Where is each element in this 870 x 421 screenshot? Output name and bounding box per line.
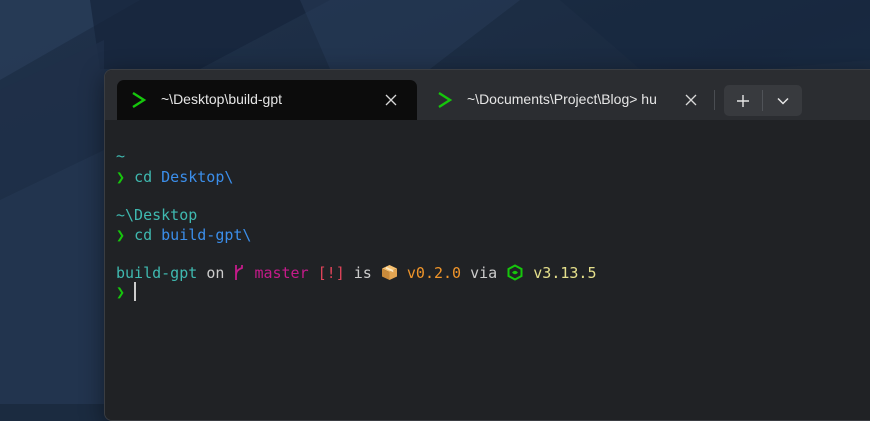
prompt-symbol: ❯ <box>116 226 126 244</box>
prompt-status-line: build-gpt on master [!] is v0.2.0 via v3… <box>116 263 597 283</box>
terminal-prompt-icon <box>436 91 454 109</box>
command-argument: Desktop\ <box>161 168 234 186</box>
git-status: [!] <box>317 264 345 282</box>
terminal-prompt-icon <box>130 91 148 109</box>
tab-title: ~\Desktop\build-gpt <box>161 91 283 107</box>
plus-icon <box>737 94 749 107</box>
tab-bar: ~\Desktop\build-gpt ~\Documents\Project\… <box>105 70 870 120</box>
command-name: cd <box>134 168 153 186</box>
input-line[interactable]: ❯ <box>116 282 137 302</box>
chevron-down-icon <box>776 97 789 105</box>
package-version: v0.2.0 <box>406 264 462 282</box>
prompt-path: ~\Desktop <box>116 206 198 224</box>
prompt-path: ~ <box>116 147 126 165</box>
command-name: cd <box>134 226 153 244</box>
runtime-version: v3.13.5 <box>533 264 597 282</box>
command-line: ❯ cd build-gpt\ <box>116 225 251 245</box>
git-branch-icon <box>235 265 244 280</box>
directory-name: build-gpt <box>116 264 198 282</box>
close-icon[interactable] <box>383 92 399 108</box>
is-word: is <box>353 264 372 282</box>
command-argument: build-gpt\ <box>161 226 252 244</box>
tab-build-gpt[interactable]: ~\Desktop\build-gpt <box>117 80 417 120</box>
via-word: via <box>470 264 498 282</box>
terminal-window: ~\Desktop\build-gpt ~\Documents\Project\… <box>104 69 870 421</box>
close-icon[interactable] <box>683 92 699 108</box>
command-line: ❯ cd Desktop\ <box>116 167 233 187</box>
node-icon <box>507 264 523 281</box>
profiles-dropdown-button[interactable] <box>763 85 802 116</box>
tab-title: ~\Documents\Project\Blog> hu <box>467 91 657 107</box>
package-icon <box>381 265 397 280</box>
new-tab-button[interactable] <box>724 85 762 116</box>
on-word: on <box>206 264 225 282</box>
tab-blog[interactable]: ~\Documents\Project\Blog> hu <box>423 80 703 120</box>
tab-actions <box>724 85 802 116</box>
tab-separator <box>714 90 715 110</box>
text-cursor <box>134 282 137 301</box>
prompt-symbol: ❯ <box>116 283 126 301</box>
branch-name: master <box>254 264 309 282</box>
prompt-symbol: ❯ <box>116 168 126 186</box>
terminal-output[interactable]: ~ ❯ cd Desktop\ ~\Desktop ❯ cd build-gpt… <box>105 120 870 420</box>
